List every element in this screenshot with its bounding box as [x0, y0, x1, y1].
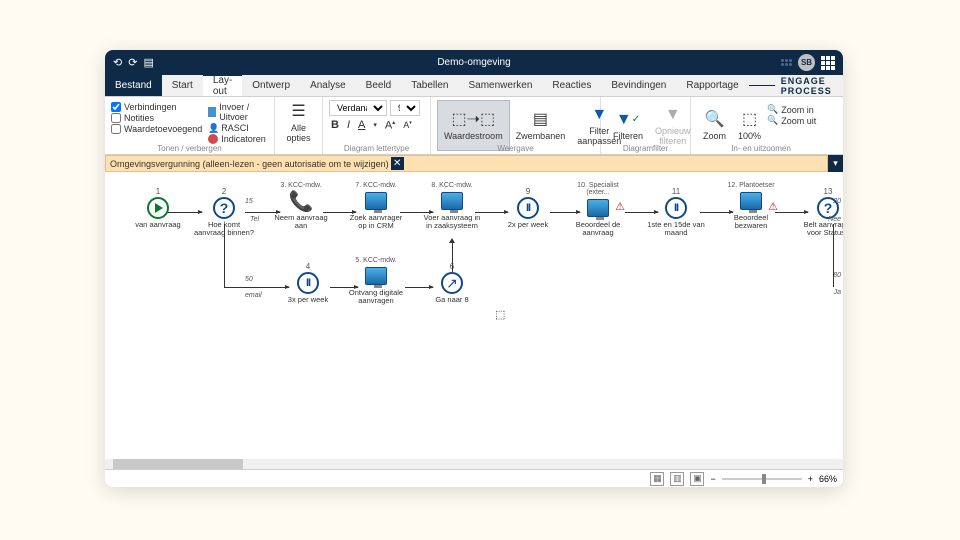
bold-icon[interactable]: B	[329, 119, 341, 131]
edge-label: 80	[833, 272, 841, 279]
process-node-9[interactable]: 9II2x per week	[497, 187, 559, 229]
tab-analyse[interactable]: Analyse	[300, 75, 356, 96]
connector	[475, 212, 508, 213]
zoom-icon: 🔍	[705, 110, 725, 130]
ribbon: Verbindingen Notities Waardetoevoegend I…	[105, 97, 843, 155]
connector	[168, 212, 202, 213]
zoom-slider[interactable]	[722, 478, 802, 480]
tab-bestand[interactable]: Bestand	[105, 75, 162, 96]
connector	[405, 287, 433, 288]
process-node-7[interactable]: 7. KCC-mdw.Zoek aanvrager op in CRM	[345, 182, 407, 231]
connector	[400, 212, 433, 213]
horizontal-scrollbar[interactable]	[105, 459, 843, 469]
zoom-in-icon: 🔍	[767, 104, 778, 115]
titlebar-left-icons: ⟲ ⟳ ▤	[113, 56, 154, 69]
connector	[775, 212, 808, 213]
edge-label: 50	[245, 276, 253, 283]
tab-ontwerp[interactable]: Ontwerp	[242, 75, 300, 96]
process-node-5[interactable]: 5. KCC-mdw.Ontvang digitale aanvragen	[345, 257, 407, 306]
btn-zoom-out[interactable]: 🔍Zoom uit	[767, 115, 816, 126]
connector	[833, 224, 834, 287]
connector	[323, 212, 356, 213]
undo-icon[interactable]: ⟲	[113, 56, 122, 69]
font-size-select[interactable]: 9	[390, 100, 420, 116]
scrollbar-thumb[interactable]	[113, 459, 243, 469]
process-node-3[interactable]: 3. KCC-mdw.📞Neem aanvraag aan	[270, 182, 332, 231]
check-waardetoevoegend[interactable]: Waardetoevoegend	[111, 124, 202, 134]
process-node-1[interactable]: 1van aanvraag	[127, 187, 189, 229]
italic-icon[interactable]: I	[345, 119, 352, 131]
options-icon: ☰	[289, 102, 309, 122]
status-view1-icon[interactable]: ▦	[650, 472, 664, 486]
btn-zoom-in[interactable]: 🔍Zoom in	[767, 104, 816, 115]
connector	[330, 287, 358, 288]
arrowhead-icon	[449, 238, 455, 243]
tab-tabellen[interactable]: Tabellen	[401, 75, 458, 96]
zoom-100-icon: ⬚	[740, 110, 760, 130]
status-view3-icon[interactable]: ▣	[690, 472, 704, 486]
tab-bevindingen[interactable]: Bevindingen	[601, 75, 676, 96]
edge-label: 20	[833, 198, 841, 205]
swimlanes-icon: ▤	[530, 110, 550, 130]
refilter-icon: ▼	[663, 105, 683, 125]
edge-label: 15	[245, 198, 253, 205]
close-document-icon[interactable]: ✕	[391, 157, 404, 170]
btn-alle-opties[interactable]: ☰ Alle opties	[281, 100, 316, 146]
apps-grid-icon[interactable]	[821, 56, 835, 70]
collab-icon[interactable]	[781, 59, 792, 66]
diagram-canvas[interactable]: 1van aanvraag2?Hoe komt aanvraag binnen?…	[105, 172, 843, 459]
connector	[245, 212, 280, 213]
tab-layout[interactable]: Lay-out	[203, 74, 242, 96]
app-window: ⟲ ⟳ ▤ Demo-omgeving SB Bestand Start Lay…	[105, 50, 843, 487]
btn-indicatoren[interactable]: Indicatoren	[208, 134, 268, 144]
tab-samenwerken[interactable]: Samenwerken	[459, 75, 543, 96]
btn-invoer-uitvoer[interactable]: Invoer / Uitvoer	[208, 102, 268, 122]
document-bar: Omgevingsvergunning (alleen-lezen - geen…	[105, 155, 828, 172]
status-view2-icon[interactable]: ▥	[670, 472, 684, 486]
tab-rapportage[interactable]: Rapportage	[676, 75, 748, 96]
save-icon[interactable]: ▤	[143, 56, 153, 69]
connector	[625, 212, 658, 213]
edge-label: email	[245, 292, 262, 299]
ribbon-tabs: Bestand Start Lay-out Ontwerp Analyse Be…	[105, 75, 843, 97]
zoom-level: 66%	[819, 474, 837, 484]
valuestream-icon: ⬚➝⬚	[463, 110, 483, 130]
connector	[224, 224, 225, 287]
font-color-icon[interactable]: A	[356, 119, 367, 131]
process-node-12[interactable]: 12. PlantoetserBeoordeel bezwaren⚠	[720, 182, 782, 231]
connector	[224, 287, 289, 288]
edge-label: Nee	[828, 216, 841, 223]
edge-label: Ja	[834, 289, 841, 296]
process-node-8[interactable]: 8. KCC-mdw.Voer aanvraag in in zaaksyste…	[421, 182, 483, 231]
edge-label: Tel	[250, 216, 259, 223]
connector	[700, 212, 733, 213]
process-node-4[interactable]: 4II3x per week	[277, 262, 339, 304]
tab-beeld[interactable]: Beeld	[356, 75, 402, 96]
user-avatar[interactable]: SB	[798, 54, 815, 71]
filter-icon: ▼✓	[618, 110, 638, 130]
zoom-minus[interactable]: −	[710, 474, 715, 484]
titlebar: ⟲ ⟳ ▤ Demo-omgeving SB	[105, 50, 843, 75]
statusbar: ▦ ▥ ▣ − + 66%	[105, 469, 843, 487]
connector	[550, 212, 580, 213]
brand: ENGAGE PROCESSMODELER	[749, 75, 843, 96]
ribbon-collapse-icon[interactable]: ▾	[828, 155, 843, 172]
btn-rasci[interactable]: 👤RASCI	[208, 123, 268, 133]
check-notities[interactable]: Notities	[111, 113, 202, 123]
tab-reacties[interactable]: Reacties	[542, 75, 601, 96]
cursor-icon: ⬚	[495, 308, 505, 321]
window-title: Demo-omgeving	[437, 57, 510, 68]
check-verbindingen[interactable]: Verbindingen	[111, 102, 202, 112]
font-shrink-icon[interactable]: A▾	[401, 120, 414, 130]
font-grow-icon[interactable]: A▴	[383, 119, 397, 132]
redo-icon[interactable]: ⟳	[128, 56, 137, 69]
tab-start[interactable]: Start	[162, 75, 203, 96]
zoom-out-icon: 🔍	[767, 115, 778, 126]
zoom-plus[interactable]: +	[808, 474, 813, 484]
font-family-select[interactable]: Verdana	[329, 100, 387, 116]
connector	[452, 242, 453, 272]
